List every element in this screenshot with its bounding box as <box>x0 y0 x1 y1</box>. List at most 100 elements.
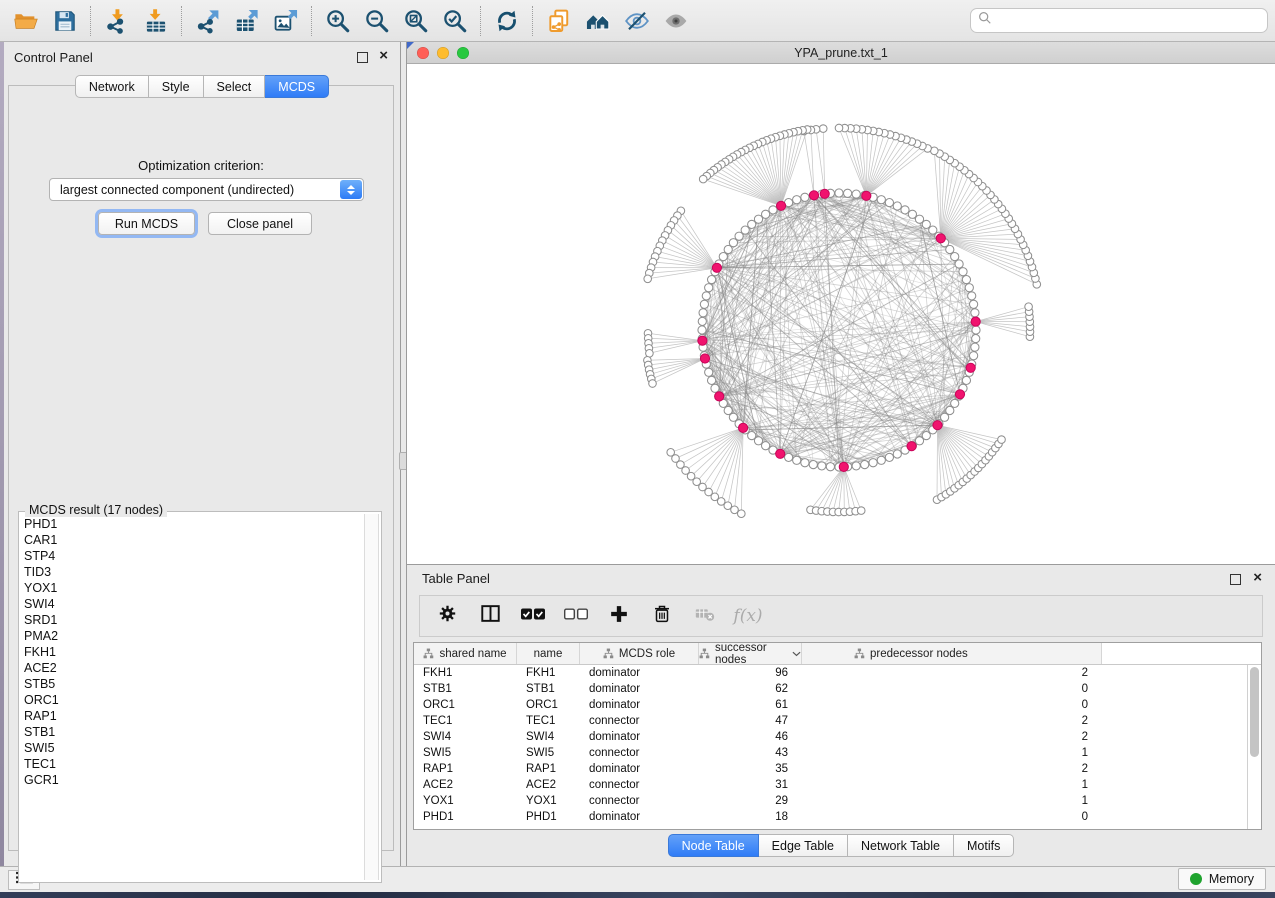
create-column-button[interactable] <box>604 600 634 632</box>
close-table-panel-button[interactable]: × <box>1253 572 1262 584</box>
zoom-fit-icon <box>403 8 429 34</box>
toggle-panel-layout-button[interactable] <box>475 600 505 632</box>
mcds-result-item[interactable]: STB1 <box>24 724 361 740</box>
table-row[interactable]: ORC1ORC1dominator610 <box>414 697 1247 713</box>
column-header-predecessor-nodes[interactable]: predecessor nodes <box>802 643 1102 664</box>
toolbar-separator <box>181 6 182 36</box>
tab-edge-table[interactable]: Edge Table <box>759 834 848 857</box>
cell: 31 <box>699 777 802 793</box>
hide-all-columns-button[interactable] <box>561 600 591 632</box>
mcds-result-item[interactable]: SWI4 <box>24 596 361 612</box>
houses-icon <box>585 8 611 34</box>
export-table-icon <box>234 8 260 34</box>
network-canvas[interactable] <box>407 64 1275 564</box>
search-input[interactable] <box>997 12 1267 29</box>
mcds-result-item[interactable]: PHD1 <box>24 516 361 532</box>
memory-button[interactable]: Memory <box>1178 868 1266 890</box>
table-row[interactable]: YOX1YOX1connector291 <box>414 793 1247 809</box>
tab-node-table[interactable]: Node Table <box>668 834 759 857</box>
sort-desc-icon <box>792 651 801 657</box>
export-table-button[interactable] <box>227 3 266 39</box>
cell: connector <box>580 793 699 809</box>
table-row[interactable]: ACE2ACE2connector311 <box>414 777 1247 793</box>
gear-icon <box>437 603 458 629</box>
cell: dominator <box>580 697 699 713</box>
table-row[interactable]: TEC1TEC1connector472 <box>414 713 1247 729</box>
mcds-result-item[interactable]: SWI5 <box>24 740 361 756</box>
cell: TEC1 <box>414 713 517 729</box>
delete-columns-button[interactable] <box>647 600 677 632</box>
tab-motifs[interactable]: Motifs <box>954 834 1014 857</box>
float-control-panel-button[interactable] <box>357 52 368 63</box>
cell: ORC1 <box>517 697 580 713</box>
table-scrollbar-track[interactable] <box>1247 665 1261 829</box>
close-control-panel-button[interactable]: × <box>379 50 388 62</box>
criterion-dropdown[interactable]: largest connected component (undirected) <box>49 178 364 201</box>
refresh-button[interactable] <box>487 3 526 39</box>
table-toolbar: f(x) <box>419 595 1263 637</box>
tab-network-table[interactable]: Network Table <box>848 834 954 857</box>
hide-selected-button[interactable] <box>617 3 656 39</box>
cell: 61 <box>699 697 802 713</box>
tab-select[interactable]: Select <box>204 75 266 98</box>
save-session-button[interactable] <box>45 3 84 39</box>
cell: ACE2 <box>414 777 517 793</box>
column-header-successor-nodes[interactable]: successor nodes <box>699 643 802 664</box>
table-row[interactable]: RAP1RAP1dominator352 <box>414 761 1247 777</box>
first-neighbors-button[interactable] <box>578 3 617 39</box>
zoom-selected-icon <box>442 8 468 34</box>
table-scrollbar-thumb[interactable] <box>1250 667 1259 757</box>
run-mcds-button[interactable]: Run MCDS <box>98 212 195 235</box>
cell: 2 <box>802 761 1102 777</box>
mcds-result-item[interactable]: GCR1 <box>24 772 361 788</box>
close-mcds-panel-button[interactable]: Close panel <box>208 212 312 235</box>
mcds-list-scrollbar[interactable] <box>364 514 379 880</box>
zoom-out-button[interactable] <box>357 3 396 39</box>
mcds-result-item[interactable]: PMA2 <box>24 628 361 644</box>
cell: SWI5 <box>414 745 517 761</box>
table-settings-button[interactable] <box>432 600 462 632</box>
export-network-button[interactable] <box>188 3 227 39</box>
table-row[interactable]: SWI5SWI5connector431 <box>414 745 1247 761</box>
import-table-button[interactable] <box>136 3 175 39</box>
open-file-button[interactable] <box>6 3 45 39</box>
clone-network-button[interactable] <box>539 3 578 39</box>
node-table-header: shared namenameMCDS rolesuccessor nodesp… <box>414 643 1261 665</box>
export-image-button[interactable] <box>266 3 305 39</box>
tab-network[interactable]: Network <box>75 75 149 98</box>
mcds-result-item[interactable]: FKH1 <box>24 644 361 660</box>
mcds-result-item[interactable]: CAR1 <box>24 532 361 548</box>
tab-style[interactable]: Style <box>149 75 204 98</box>
control-panel-title: Control Panel <box>14 50 93 65</box>
show-hidden-button <box>656 3 695 39</box>
mcds-result-item[interactable]: TEC1 <box>24 756 361 772</box>
zoom-in-button[interactable] <box>318 3 357 39</box>
zoom-fit-button[interactable] <box>396 3 435 39</box>
mcds-result-item[interactable]: ORC1 <box>24 692 361 708</box>
mcds-result-item[interactable]: SRD1 <box>24 612 361 628</box>
column-header-MCDS-role[interactable]: MCDS role <box>580 643 699 664</box>
table-row[interactable]: PHD1PHD1dominator180 <box>414 809 1247 825</box>
mcds-result-item[interactable]: STB5 <box>24 676 361 692</box>
tab-mcds[interactable]: MCDS <box>265 75 329 98</box>
optimization-criterion-label: Optimization criterion: <box>9 158 393 173</box>
toolbar-separator <box>532 6 533 36</box>
show-all-columns-button[interactable] <box>518 600 548 632</box>
table-row[interactable]: STB1STB1dominator620 <box>414 681 1247 697</box>
mcds-result-item[interactable]: STP4 <box>24 548 361 564</box>
mcds-result-item[interactable]: ACE2 <box>24 660 361 676</box>
import-network-button[interactable] <box>97 3 136 39</box>
mcds-result-title: MCDS result (17 nodes) <box>25 503 167 517</box>
table-row[interactable]: SWI4SWI4dominator462 <box>414 729 1247 745</box>
column-header-shared-name[interactable]: shared name <box>414 643 517 664</box>
search-box[interactable] <box>970 8 1268 33</box>
mcds-result-item[interactable]: YOX1 <box>24 580 361 596</box>
zoom-selected-button[interactable] <box>435 3 474 39</box>
float-table-panel-button[interactable] <box>1230 574 1241 585</box>
cell: 2 <box>802 713 1102 729</box>
column-header-name[interactable]: name <box>517 643 580 664</box>
mcds-result-item[interactable]: TID3 <box>24 564 361 580</box>
mcds-result-item[interactable]: RAP1 <box>24 708 361 724</box>
table-row[interactable]: FKH1FKH1dominator962 <box>414 665 1247 681</box>
cell: 43 <box>699 745 802 761</box>
